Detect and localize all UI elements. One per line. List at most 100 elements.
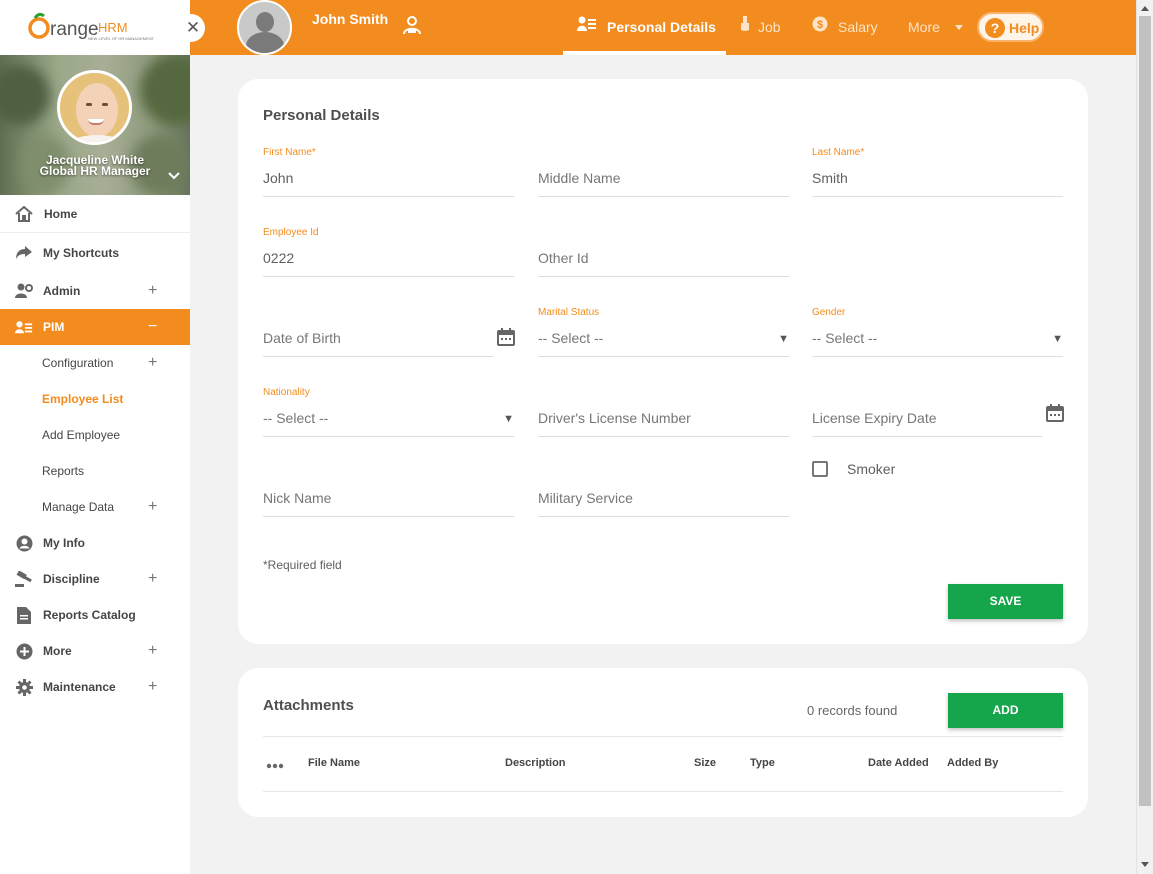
expand-icon[interactable]: +: [148, 354, 157, 372]
nationality-select[interactable]: Nationality -- Select -- ▼: [263, 387, 514, 437]
sidebar: range HRM NEW LEVEL OF HR MANAGEMENT ✕ J…: [0, 0, 205, 874]
subnav-label: Configuration: [42, 356, 114, 370]
nav-label: More: [43, 644, 72, 658]
tab-job[interactable]: Job: [738, 0, 788, 55]
attachments-title: Attachments: [263, 697, 354, 714]
subnav-item-employee-list[interactable]: Employee List: [0, 381, 190, 417]
employee-avatar[interactable]: [237, 0, 292, 55]
page-scrollbar[interactable]: [1136, 0, 1153, 874]
expand-icon[interactable]: +: [148, 498, 157, 516]
records-count: 0 records found: [807, 703, 898, 718]
nav-item-pim[interactable]: PIM −: [0, 309, 190, 345]
column-file-name[interactable]: File Name: [308, 757, 360, 769]
collapse-icon[interactable]: −: [148, 318, 157, 336]
required-asterisk: *: [860, 147, 865, 158]
svg-text:HRM: HRM: [98, 20, 128, 35]
other-id-input[interactable]: Other Id: [538, 250, 589, 266]
expand-icon[interactable]: +: [148, 678, 157, 696]
help-label: Help: [1009, 20, 1040, 36]
column-added-by[interactable]: Added By: [947, 757, 998, 769]
nav-item-my-info[interactable]: My Info: [0, 525, 190, 561]
subnav-label: Add Employee: [42, 428, 121, 442]
drivers-license-field[interactable]: Driver's License Number: [538, 387, 789, 437]
nav-item-maintenance[interactable]: Maintenance +: [0, 669, 190, 705]
scroll-up-icon[interactable]: [1141, 6, 1149, 11]
smoker-checkbox[interactable]: [812, 461, 828, 477]
plus-circle-icon: [15, 642, 33, 660]
expand-icon[interactable]: +: [148, 642, 157, 660]
scrollbar-thumb[interactable]: [1139, 16, 1151, 806]
add-attachment-button[interactable]: ADD: [948, 693, 1063, 728]
chevron-down-icon: [955, 25, 963, 30]
employee-id-input[interactable]: 0222: [263, 250, 294, 266]
subnav-item-reports[interactable]: Reports: [0, 453, 190, 489]
subnav-item-manage-data[interactable]: Manage Data +: [0, 489, 190, 525]
nav-label: PIM: [43, 320, 65, 334]
date-of-birth-input[interactable]: Date of Birth: [263, 330, 341, 346]
user-circle-icon: [15, 534, 33, 552]
required-note: *Required field: [263, 558, 342, 572]
marital-status-select[interactable]: Marital Status -- Select -- ▼: [538, 307, 789, 357]
drivers-license-input[interactable]: Driver's License Number: [538, 410, 691, 426]
military-service-input[interactable]: Military Service: [538, 490, 633, 506]
last-name-field[interactable]: Last Name* Smith: [812, 147, 1063, 197]
gender-select[interactable]: Gender -- Select -- ▼: [812, 307, 1063, 357]
main-nav: Home My Shortcuts Admin + PIM − Configur…: [0, 195, 190, 705]
middle-name-field[interactable]: Middle Name: [538, 147, 789, 197]
required-note-text: Required field: [267, 558, 342, 572]
calendar-icon[interactable]: [1046, 404, 1064, 425]
scroll-down-icon[interactable]: [1141, 862, 1149, 867]
last-name-input[interactable]: Smith: [812, 170, 848, 186]
page-title: Personal Details: [263, 107, 380, 124]
column-size[interactable]: Size: [694, 757, 716, 769]
help-button[interactable]: ? Help: [977, 12, 1044, 42]
tab-salary[interactable]: $ Salary: [812, 0, 882, 55]
column-date-added[interactable]: Date Added: [868, 757, 929, 769]
first-name-field[interactable]: First Name* John: [263, 147, 514, 197]
military-service-field[interactable]: Military Service: [538, 467, 789, 517]
expand-icon[interactable]: +: [148, 570, 157, 588]
home-icon: [15, 205, 33, 223]
subnav-item-add-employee[interactable]: Add Employee: [0, 417, 190, 453]
field-label-text: Last Name: [812, 147, 861, 158]
orangehrm-logo[interactable]: range HRM NEW LEVEL OF HR MANAGEMENT: [26, 10, 166, 44]
nav-item-my-shortcuts[interactable]: My Shortcuts: [0, 233, 190, 273]
nick-name-field[interactable]: Nick Name: [263, 467, 514, 517]
user-cog-icon: [15, 282, 33, 300]
date-of-birth-field[interactable]: Date of Birth: [263, 307, 515, 357]
nav-item-more[interactable]: More +: [0, 633, 190, 669]
license-expiry-input[interactable]: License Expiry Date: [812, 410, 937, 426]
select-value: -- Select --: [812, 330, 878, 346]
more-options-icon[interactable]: [266, 757, 284, 772]
nav-item-discipline[interactable]: Discipline +: [0, 561, 190, 597]
subnav-item-configuration[interactable]: Configuration +: [0, 345, 190, 381]
column-description[interactable]: Description: [505, 757, 566, 769]
avatar[interactable]: [57, 70, 132, 145]
expand-icon[interactable]: +: [148, 282, 157, 300]
nav-item-reports-catalog[interactable]: Reports Catalog: [0, 597, 190, 633]
nav-item-home[interactable]: Home: [0, 195, 190, 233]
column-type[interactable]: Type: [750, 757, 775, 769]
other-id-field[interactable]: Other Id: [538, 227, 789, 277]
gavel-icon: [15, 570, 33, 588]
tab-personal-details[interactable]: Personal Details: [563, 0, 726, 55]
employee-header: John Smith Personal Details Job $ Salary…: [190, 0, 1136, 55]
nick-name-input[interactable]: Nick Name: [263, 490, 331, 506]
employee-id-field[interactable]: Employee Id 0222: [263, 227, 514, 277]
subnav-label: Reports: [42, 464, 85, 478]
user-profile-panel[interactable]: Jacqueline White Global HR Manager: [0, 55, 190, 195]
save-button[interactable]: SAVE: [948, 584, 1063, 619]
middle-name-input[interactable]: Middle Name: [538, 170, 620, 186]
nav-item-admin[interactable]: Admin +: [0, 273, 190, 309]
subnav-label: Employee List: [42, 392, 124, 406]
dropdown-arrow-icon: ▼: [778, 333, 789, 345]
license-expiry-field[interactable]: License Expiry Date: [812, 387, 1064, 437]
share-arrow-icon: [15, 244, 33, 262]
switch-employee-icon[interactable]: [402, 15, 422, 38]
calendar-icon[interactable]: [497, 328, 515, 349]
active-tab-indicator: [563, 51, 726, 55]
divider: [263, 791, 1063, 792]
chevron-down-icon[interactable]: [168, 167, 180, 183]
tab-more[interactable]: More: [908, 0, 968, 55]
first-name-input[interactable]: John: [263, 170, 293, 186]
